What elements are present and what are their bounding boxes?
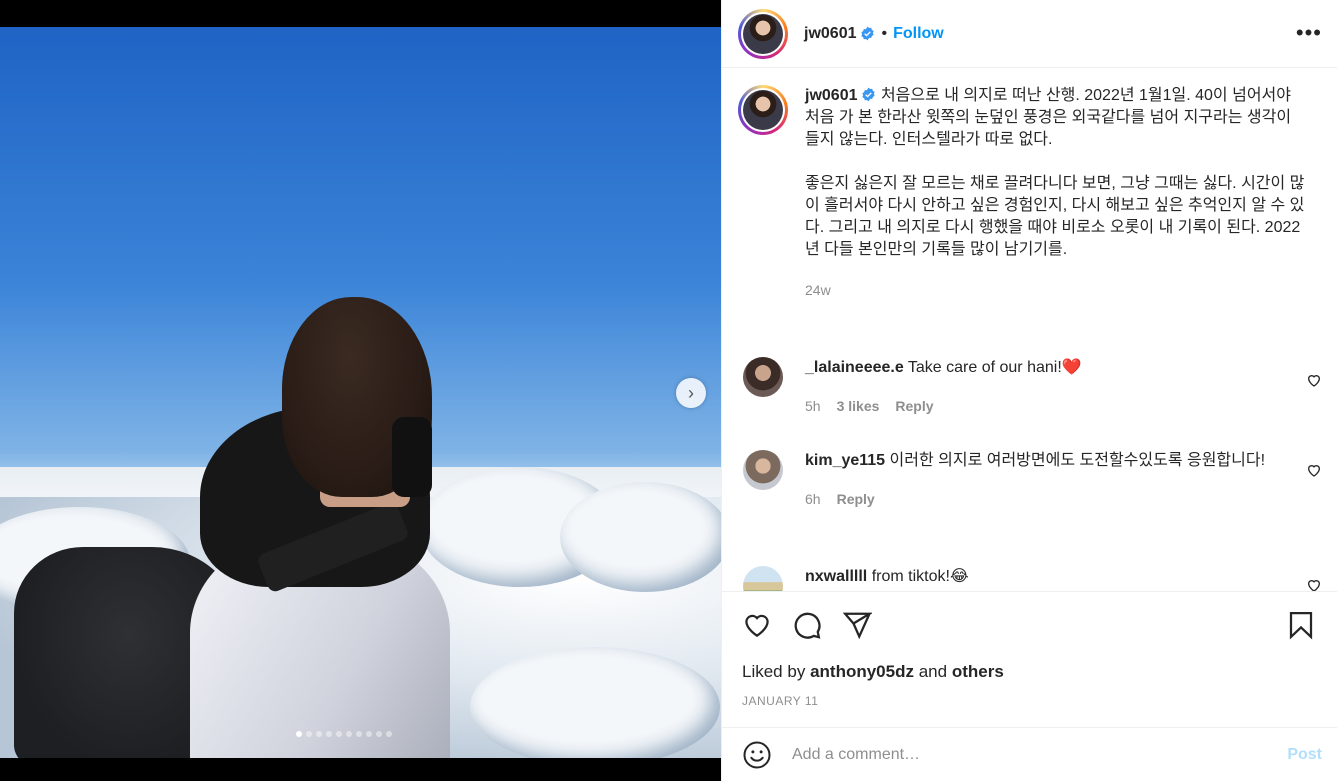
liked-by-others-link[interactable]: others [952, 662, 1004, 681]
snow-mound [470, 647, 720, 758]
caption: jw0601 처음으로 내 의지로 떠난 산행. 2022년 1월1일. 40이… [738, 85, 1305, 301]
avatar-image [743, 13, 783, 54]
likes-summary: Liked by anthony05dz and others [742, 662, 1004, 682]
post-media: › [0, 0, 721, 781]
slide-indicator [296, 731, 392, 737]
verified-badge-icon [862, 87, 876, 102]
liked-by-label: Liked by [742, 662, 806, 681]
slide-dot [326, 731, 332, 737]
comment-time[interactable]: 6h [805, 488, 821, 510]
post-actions: Liked by anthony05dz and others JANUARY … [722, 591, 1337, 727]
follow-button[interactable]: Follow [893, 25, 944, 43]
slide-dot [296, 731, 302, 737]
caption-text: 좋은지 싫은지 잘 모르는 채로 끌려다니다 보면, 그냥 그때는 싫다. 시간… [805, 175, 1305, 258]
caption-avatar[interactable] [738, 85, 788, 135]
comment-username[interactable]: kim_ye115 [805, 452, 885, 469]
comment: _lalaineeee.e Take care of our hani!❤️ 5… [738, 357, 1305, 417]
comment-text: Take care of our hani!❤️ [907, 359, 1082, 376]
caption-time[interactable]: 24w [805, 279, 831, 301]
post-dialog: › jw0601 • Follow ••• jw0601 처음으로 내 의지로 … [0, 0, 1337, 781]
slide-dot [346, 731, 352, 737]
comment-username[interactable]: _lalaineeee.e [805, 359, 904, 376]
reply-button[interactable]: Reply [837, 488, 875, 510]
post-date[interactable]: JANUARY 11 [742, 694, 818, 708]
comment-time[interactable]: 5h [805, 395, 821, 417]
slide-dot [316, 731, 322, 737]
like-comment-heart-icon[interactable] [1306, 462, 1322, 478]
share-send-icon[interactable] [842, 610, 872, 640]
emoji-icon[interactable] [742, 740, 772, 770]
caption-text: 처음으로 내 의지로 떠난 산행. 2022년 1월1일. 40이 넘어서야 처… [805, 87, 1292, 148]
comment-text: from tiktok!😂 [871, 568, 969, 585]
avatar-image [743, 90, 783, 130]
commenter-avatar[interactable] [743, 566, 783, 591]
like-comment-heart-icon[interactable] [1306, 577, 1322, 591]
slide-dot [376, 731, 382, 737]
liked-by-user-link[interactable]: anthony05dz [810, 662, 914, 681]
commenter-avatar[interactable] [743, 450, 783, 490]
like-heart-icon[interactable] [742, 610, 772, 640]
post-side-panel: jw0601 • Follow ••• jw0601 처음으로 내 의지로 떠난… [721, 0, 1337, 781]
author-username[interactable]: jw0601 [804, 25, 856, 43]
author-avatar[interactable] [738, 8, 788, 59]
post-photo[interactable] [0, 27, 721, 758]
reply-button[interactable]: Reply [895, 395, 933, 417]
slide-dot [386, 731, 392, 737]
comment-likes[interactable]: 3 likes [837, 395, 880, 417]
liked-by-and: and [918, 662, 948, 681]
chevron-right-icon: › [688, 382, 694, 403]
separator-dot: • [881, 24, 888, 42]
comment-input[interactable] [792, 745, 1288, 764]
comment: kim_ye115 이러한 의지로 여러방면에도 도전할수있도록 응원합니다! … [738, 450, 1305, 510]
caption-username[interactable]: jw0601 [805, 87, 857, 104]
add-comment-bar: Post [722, 727, 1337, 781]
commenter-avatar[interactable] [743, 357, 783, 397]
more-options-icon[interactable]: ••• [1296, 20, 1322, 46]
slide-dot [366, 731, 372, 737]
post-comment-button[interactable]: Post [1287, 746, 1322, 764]
comments-list[interactable]: jw0601 처음으로 내 의지로 떠난 산행. 2022년 1월1일. 40이… [722, 69, 1337, 591]
next-slide-button[interactable]: › [676, 378, 706, 408]
post-header: jw0601 • Follow ••• [722, 0, 1337, 68]
comment-bubble-icon[interactable] [792, 610, 822, 640]
verified-badge-icon [861, 26, 875, 41]
comment-username[interactable]: nxwalllll [805, 568, 867, 585]
slide-dot [336, 731, 342, 737]
slide-dot [306, 731, 312, 737]
comment-text: 이러한 의지로 여러방면에도 도전할수있도록 응원합니다! [889, 452, 1266, 469]
comment: nxwalllll from tiktok!😂 [738, 566, 1305, 591]
like-comment-heart-icon[interactable] [1306, 372, 1322, 388]
face-mask [392, 417, 432, 497]
snow-mound [560, 482, 721, 592]
slide-dot [356, 731, 362, 737]
save-bookmark-icon[interactable] [1286, 610, 1316, 640]
